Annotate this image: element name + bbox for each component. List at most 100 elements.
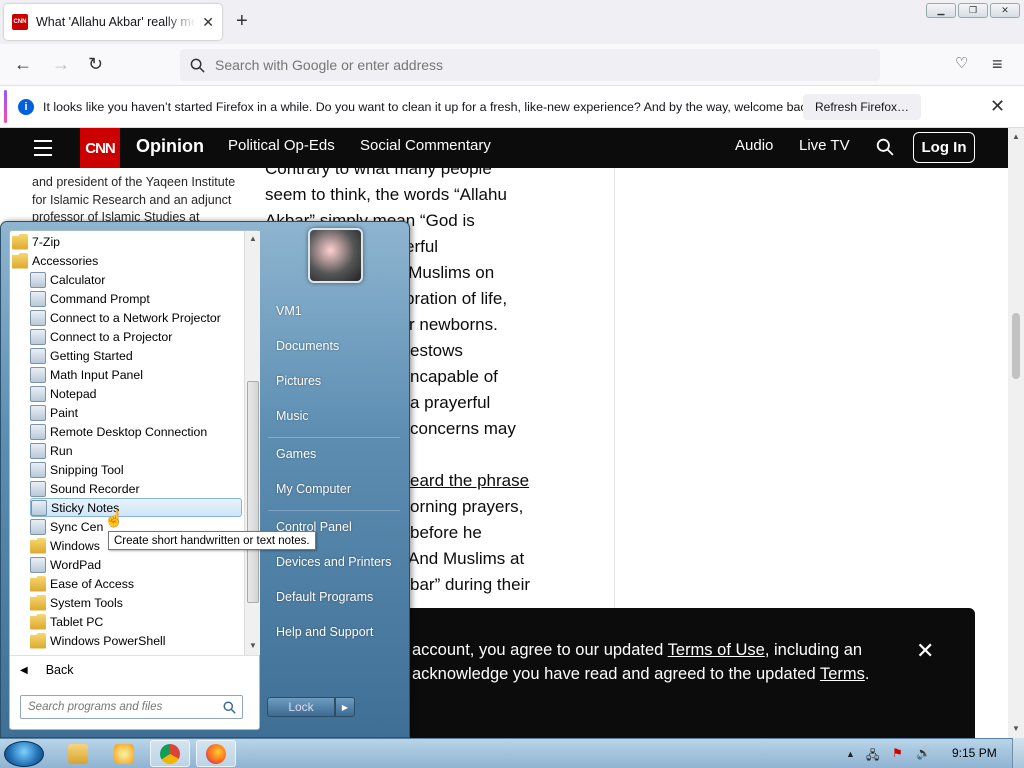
reload-icon[interactable]: ↻	[88, 54, 103, 74]
address-bar[interactable]	[180, 49, 880, 81]
nav-social-commentary[interactable]: Social Commentary	[360, 137, 491, 154]
program-item[interactable]: Snipping Tool	[30, 460, 242, 479]
program-item[interactable]: 7-Zip	[12, 232, 242, 251]
user-avatar[interactable]	[308, 228, 363, 283]
scrollbar-thumb[interactable]	[1012, 313, 1020, 379]
start-item-documents[interactable]: Documents	[276, 339, 339, 353]
window-controls: ▁ ❐ ✕	[926, 3, 1020, 18]
minimize-icon[interactable]: ▁	[926, 3, 956, 18]
browser-tab[interactable]: CNN What 'Allahu Akbar' really means ✕	[4, 4, 222, 40]
terms-text: , including an	[764, 641, 863, 659]
cnn-logo[interactable]: CNN	[80, 128, 120, 168]
nav-live-tv[interactable]: Live TV	[799, 137, 850, 154]
back-button[interactable]: ◀ Back	[20, 663, 74, 677]
start-item-music[interactable]: Music	[276, 409, 309, 423]
search-icon[interactable]	[876, 138, 894, 161]
start-item-user[interactable]: VM1	[276, 304, 302, 318]
program-item[interactable]: Connect to a Network Projector	[30, 308, 242, 327]
scroll-down-icon[interactable]: ▼	[249, 641, 257, 650]
explorer-taskbar-button[interactable]	[58, 740, 98, 767]
program-item[interactable]: WordPad	[30, 555, 242, 574]
show-hidden-icons-icon[interactable]: ▲	[846, 749, 855, 759]
shutdown-options-icon[interactable]: ▶	[335, 697, 355, 717]
program-item[interactable]: System Tools	[30, 593, 242, 612]
nav-political-op-eds[interactable]: Political Op-Eds	[228, 137, 335, 154]
forward-arrow-icon[interactable]: →	[52, 54, 70, 74]
program-item[interactable]: Sound Recorder	[30, 479, 242, 498]
terms-of-use-link[interactable]: Terms of Use	[668, 641, 765, 659]
menu-icon[interactable]: ≡	[992, 54, 1003, 74]
hand-cursor-icon: ☝	[104, 511, 124, 528]
program-item[interactable]: Remote Desktop Connection	[30, 422, 242, 441]
program-item[interactable]: Ease of Access	[30, 574, 242, 593]
start-search-box[interactable]	[20, 695, 243, 719]
program-item[interactable]: Windows PowerShell	[30, 631, 242, 650]
bio-line: for Islamic Research and an adjunct	[32, 192, 232, 207]
lock-button[interactable]: Lock	[267, 697, 335, 717]
program-item[interactable]: Calculator	[30, 270, 242, 289]
login-button[interactable]: Log In	[913, 132, 975, 163]
clock[interactable]: 9:15 PM	[952, 746, 997, 760]
program-label: Windows PowerShell	[50, 633, 166, 648]
program-item[interactable]: Getting Started	[30, 346, 242, 365]
restore-icon[interactable]: ❐	[958, 3, 988, 18]
program-item[interactable]: Notepad	[30, 384, 242, 403]
start-item-default-programs[interactable]: Default Programs	[276, 590, 373, 604]
program-item[interactable]: Accessories	[12, 251, 242, 270]
scroll-down-icon[interactable]: ▼	[1012, 724, 1020, 733]
bio-line: and president of the Yaqeen Institute	[32, 175, 236, 189]
program-label: Remote Desktop Connection	[50, 424, 208, 439]
terms-banner-text: account, you agree to our updated Terms …	[412, 638, 869, 686]
back-arrow-icon: ◀	[20, 664, 28, 676]
scroll-up-icon[interactable]: ▲	[1012, 132, 1020, 141]
program-scrollbar-thumb[interactable]	[247, 381, 259, 603]
show-desktop-button[interactable]	[1012, 738, 1024, 768]
start-item-devices-printers[interactable]: Devices and Printers	[276, 555, 391, 569]
page-scrollbar[interactable]: ▲ ▼	[1008, 128, 1024, 738]
article-line: Contrary to what many people	[265, 159, 492, 178]
program-item[interactable]: Connect to a Projector	[30, 327, 242, 346]
start-item-my-computer[interactable]: My Computer	[276, 482, 351, 496]
folder-icon	[12, 233, 28, 250]
nav-audio[interactable]: Audio	[735, 137, 773, 154]
network-icon[interactable]: 🖧	[866, 746, 879, 767]
close-notification-icon[interactable]: ✕	[990, 96, 1005, 117]
search-programs-input[interactable]	[28, 701, 218, 713]
action-center-icon[interactable]: ⚑	[892, 746, 903, 760]
new-tab-icon[interactable]: +	[236, 10, 248, 32]
close-banner-icon[interactable]: ✕	[916, 638, 934, 664]
program-icon	[30, 442, 46, 459]
terms-link[interactable]: Terms	[820, 665, 865, 683]
scroll-up-icon[interactable]: ▲	[249, 234, 257, 243]
volume-icon[interactable]: 🔊	[916, 746, 931, 760]
firefox-taskbar-button[interactable]	[196, 740, 236, 767]
start-item-games[interactable]: Games	[276, 447, 316, 461]
chrome-taskbar-button[interactable]	[150, 740, 190, 767]
media-player-taskbar-button[interactable]	[104, 740, 144, 767]
hamburger-menu-icon[interactable]	[34, 140, 52, 161]
start-item-pictures[interactable]: Pictures	[276, 374, 321, 388]
program-item[interactable]: Math Input Panel	[30, 365, 242, 384]
close-window-icon[interactable]: ✕	[990, 3, 1020, 18]
program-list-scrollbar[interactable]: ▲ ▼	[244, 231, 260, 655]
refresh-firefox-button[interactable]: Refresh Firefox…	[803, 94, 922, 120]
program-label: Tablet PC	[50, 614, 104, 629]
back-arrow-icon[interactable]: ←	[14, 54, 32, 74]
pocket-icon[interactable]: ♡	[955, 54, 968, 74]
program-item[interactable]: Sticky Notes	[30, 498, 242, 517]
program-icon	[31, 499, 47, 516]
url-input[interactable]	[215, 57, 815, 73]
windows-start-icon[interactable]	[4, 741, 44, 767]
section-opinion[interactable]: Opinion	[136, 136, 204, 157]
program-item[interactable]: Command Prompt	[30, 289, 242, 308]
program-icon	[30, 309, 46, 326]
program-item[interactable]: Paint	[30, 403, 242, 422]
program-item[interactable]: Run	[30, 441, 242, 460]
program-item[interactable]: Tablet PC	[30, 612, 242, 631]
search-icon[interactable]	[223, 700, 236, 714]
notification-accent	[4, 90, 7, 123]
close-tab-icon[interactable]: ✕	[202, 14, 214, 31]
terms-text: account, you agree to our updated	[412, 641, 668, 659]
program-icon	[30, 461, 46, 478]
start-item-help-support[interactable]: Help and Support	[276, 625, 373, 639]
